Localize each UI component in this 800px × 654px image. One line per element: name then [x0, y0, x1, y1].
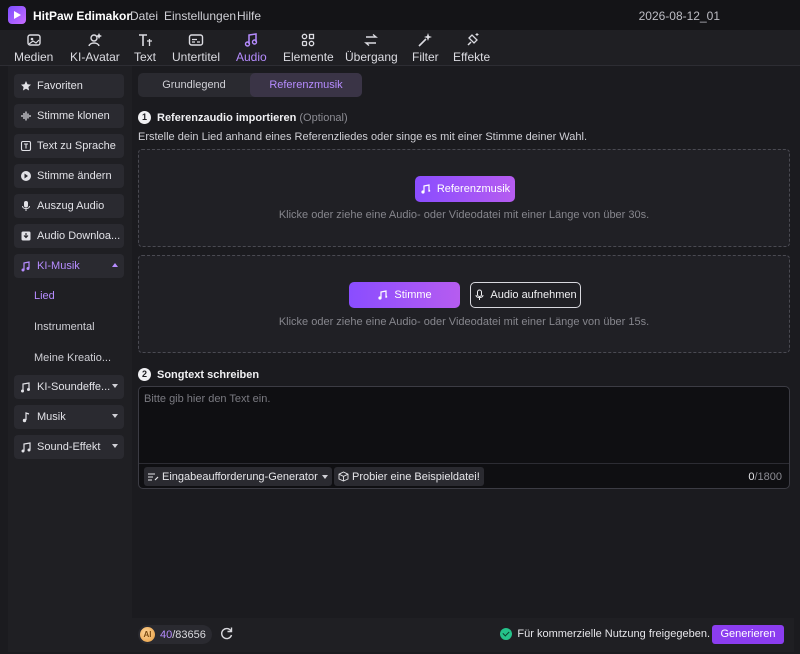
- sidebar-sub-song[interactable]: Lied: [34, 290, 55, 302]
- commercial-use-notice: Für kommerzielle Nutzung freigegeben.: [500, 628, 710, 640]
- ai-music-icon: [21, 261, 30, 272]
- sidebar-item-audio-extract[interactable]: Auszug Audio: [14, 194, 124, 218]
- microphone-icon: [22, 201, 30, 211]
- text-speech-icon: [20, 140, 32, 152]
- star-icon: [21, 81, 31, 91]
- sound-effect-icon: [21, 442, 31, 453]
- microphone-icon: [475, 289, 484, 300]
- chevron-down-icon: [112, 444, 118, 448]
- elements-icon: [301, 33, 315, 47]
- tab-reference-music[interactable]: Referenzmusik: [250, 73, 362, 97]
- sidebar-item-text-to-speech[interactable]: Text zu Sprache: [14, 134, 124, 158]
- toolbar-filter[interactable]: Filter: [412, 32, 439, 64]
- list-edit-icon: [148, 472, 159, 481]
- toolbar-media[interactable]: Medien: [14, 32, 53, 64]
- chevron-up-icon: [112, 263, 118, 267]
- menu-file[interactable]: Datei: [130, 9, 158, 23]
- toolbar-ai-avatar[interactable]: KI-Avatar: [70, 32, 120, 64]
- voice-upload-icon: [378, 290, 388, 300]
- voice-button[interactable]: Stimme: [349, 282, 460, 308]
- section-lyrics-title: 2 Songtext schreiben: [138, 368, 259, 381]
- sidebar-sub-my-creations[interactable]: Meine Kreatio...: [34, 352, 111, 364]
- generate-button[interactable]: Generieren: [712, 625, 784, 644]
- waveform-icon: [21, 111, 31, 121]
- ai-sound-icon: [21, 382, 30, 393]
- chevron-down-icon: [112, 414, 118, 418]
- mode-tabs: Grundlegend Referenzmusik: [138, 73, 362, 97]
- chevron-down-icon: [321, 474, 328, 479]
- avatar-icon: [88, 33, 102, 47]
- title-bar: HitPaw Edimakor Datei Einstellungen Hilf…: [0, 0, 800, 30]
- chevron-down-icon: [112, 384, 118, 388]
- download-icon: [21, 231, 31, 241]
- section-import-title: 1 Referenzaudio importieren (Optional): [138, 111, 348, 124]
- effects-icon: [467, 33, 479, 46]
- voice-change-icon: [21, 171, 31, 181]
- example-file-button[interactable]: Probier eine Beispieldatei!: [334, 467, 484, 486]
- music-note-icon: [22, 412, 30, 423]
- media-icon: [26, 34, 41, 46]
- reference-music-button[interactable]: Referenzmusik: [415, 176, 515, 202]
- lyrics-input[interactable]: Bitte gib hier den Text ein.: [144, 393, 270, 405]
- step-number: 1: [138, 111, 151, 124]
- optional-label: (Optional): [299, 111, 348, 124]
- menu-settings[interactable]: Einstellungen: [164, 9, 236, 23]
- sidebar-item-voice-clone[interactable]: Stimme klonen: [14, 104, 124, 128]
- lyrics-footer: Eingabeaufforderung-Generator Probier ei…: [139, 463, 789, 489]
- reference-hint: Klicke oder ziehe eine Audio- oder Video…: [278, 209, 650, 221]
- footer-bar: AI 40 /83656 Für kommerzielle Nutzung fr…: [132, 618, 794, 652]
- sidebar-sub-instrumental[interactable]: Instrumental: [34, 321, 95, 333]
- step-number: 2: [138, 368, 151, 381]
- sidebar-item-ai-sound-effects[interactable]: KI-Soundeffe...: [14, 375, 124, 399]
- music-upload-icon: [421, 184, 431, 194]
- filter-icon: [418, 33, 433, 47]
- audio-sidebar: Favoriten Stimme klonen Text zu Sprache …: [8, 66, 132, 652]
- sidebar-item-favorites[interactable]: Favoriten: [14, 74, 124, 98]
- section-import-description: Erstelle dein Lied anhand eines Referenz…: [138, 131, 588, 143]
- sidebar-item-sound-effect[interactable]: Sound-Effekt: [14, 435, 124, 459]
- check-circle-icon: [500, 628, 513, 640]
- character-counter: 0/1800: [748, 471, 782, 483]
- main-toolbar: Medien KI-Avatar Text Untertitel Audio E…: [0, 30, 800, 66]
- toolbar-effects[interactable]: Effekte: [453, 32, 490, 64]
- subtitle-icon: [188, 34, 204, 46]
- sidebar-item-audio-download[interactable]: Audio Downloa...: [14, 224, 124, 248]
- voice-dropzone[interactable]: Stimme Audio aufnehmen Klicke oder ziehe…: [138, 255, 790, 353]
- toolbar-elements[interactable]: Elemente: [283, 32, 334, 64]
- refresh-icon[interactable]: [219, 626, 234, 641]
- toolbar-transition[interactable]: Übergang: [345, 32, 398, 64]
- tab-basic[interactable]: Grundlegend: [138, 73, 250, 97]
- coin-icon: AI: [140, 627, 155, 642]
- menu-help[interactable]: Hilfe: [237, 9, 261, 23]
- voice-hint: Klicke oder ziehe eine Audio- oder Video…: [278, 316, 650, 328]
- main-panel: Grundlegend Referenzmusik 1 Referenzaudi…: [132, 66, 794, 618]
- sidebar-item-ai-music[interactable]: KI-Musik: [14, 254, 124, 278]
- audio-icon: [245, 33, 258, 47]
- toolbar-subtitles[interactable]: Untertitel: [172, 32, 220, 64]
- lyrics-editor[interactable]: Bitte gib hier den Text ein. Eingabeauff…: [138, 386, 790, 489]
- transition-icon: [364, 33, 379, 47]
- reference-dropzone[interactable]: Referenzmusik Klicke oder ziehe eine Aud…: [138, 149, 790, 247]
- sidebar-item-music[interactable]: Musik: [14, 405, 124, 429]
- sidebar-item-voice-change[interactable]: Stimme ändern: [14, 164, 124, 188]
- toolbar-text[interactable]: Text: [134, 32, 156, 64]
- credits-badge: AI 40 /83656: [138, 625, 212, 644]
- record-audio-button[interactable]: Audio aufnehmen: [470, 282, 581, 308]
- project-name: 2026-08-12_01: [638, 9, 720, 23]
- prompt-generator-button[interactable]: Eingabeaufforderung-Generator: [144, 467, 332, 486]
- text-icon: [139, 34, 152, 46]
- app-name: HitPaw Edimakor: [33, 9, 132, 23]
- app-logo: [8, 6, 26, 24]
- cube-icon: [338, 471, 349, 482]
- toolbar-audio[interactable]: Audio: [236, 32, 267, 64]
